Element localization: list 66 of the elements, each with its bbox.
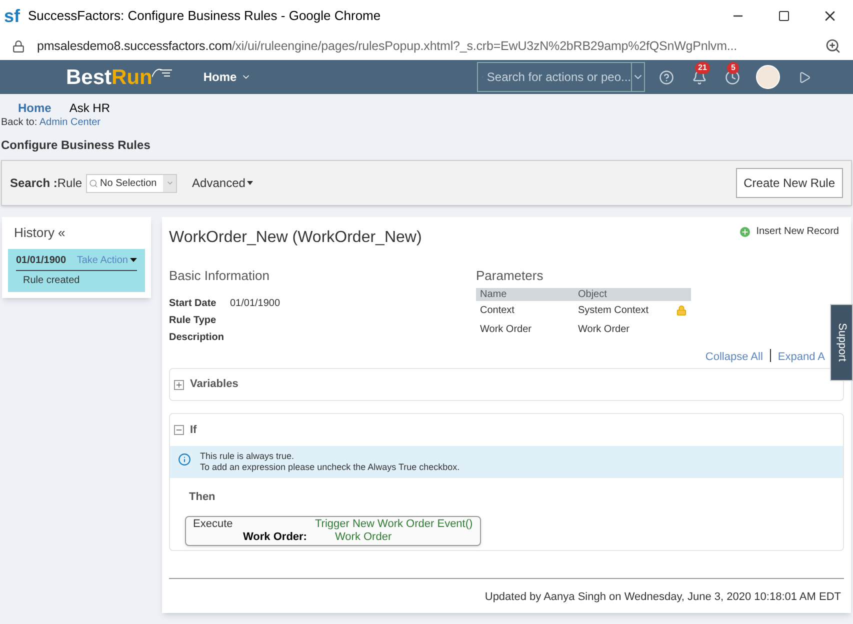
avatar[interactable] [756,65,780,89]
page-title: Configure Business Rules [0,137,152,154]
table-cell-text: Context [480,304,516,318]
history-date: 01/01/1900 [16,254,66,268]
caret-icon [247,181,254,185]
lock-icon [12,40,25,52]
table-cell-text: Work Order [578,322,630,336]
search-label: Search : [10,175,58,192]
nav-tab[interactable]: Ask HR [69,99,110,117]
then-label: Then [188,490,216,505]
insert-record-button[interactable]: Insert New Record [740,224,839,239]
history-entry[interactable]: 01/01/1900 Take Action Rule created [8,248,145,292]
info-text: To add an expression please uncheck the Always True checkbox. [200,462,460,473]
collapse-all-link[interactable]: Collapse All [705,348,763,365]
window-title: SuccessFactors: Configure Business Rules - Google Chrome [28,7,381,26]
collapse-icon[interactable] [174,425,184,435]
variables-label[interactable]: Variables [190,376,238,393]
cloud-lines-icon [152,67,172,79]
nav-tab[interactable]: Home [18,99,52,117]
param-value: Work Order [334,530,393,544]
help-icon[interactable] [659,70,674,84]
execute-label: Execute [193,518,234,530]
column-header: Name [480,288,508,302]
info-text: This rule is always true. [200,451,296,462]
todo-badge: 5 [727,62,740,74]
zoom-icon[interactable] [825,38,841,54]
history-title[interactable]: History « [8,223,145,242]
app-logo: sf [4,7,20,25]
search-field[interactable]: Search for actions or peo... [477,62,645,92]
field-label: Description [169,330,226,344]
admin-center-link[interactable]: Admin Center [39,117,101,128]
if-label[interactable]: If [190,422,197,438]
caret-icon [130,258,137,262]
dropdown-icon[interactable] [166,179,174,187]
support-tab[interactable]: Support [830,304,853,381]
logo[interactable]: BestRun [66,66,152,88]
home-menu[interactable]: Home [203,68,251,86]
field-label: Rule Type [169,314,218,328]
info-icon [178,453,191,466]
section-heading: Basic Information [169,267,270,285]
bell-icon[interactable] [692,70,707,84]
play-icon[interactable] [798,70,811,84]
advanced-menu[interactable]: Advanced [192,174,254,192]
field-value: 01/01/1900 [230,296,280,310]
action-call: Trigger New Work Order Event() [314,518,473,530]
table-cell-text: Work Order [480,322,532,336]
table-cell-text: System Context [578,304,650,318]
url-text: pmsalesdemo8.successfactors.com/xi/ui/ruleengine/pages/rulesPopup.xhtml?_s.crb=EwU3zN%2bRB29amp%2fQSnWgPnlvm... [37,38,738,55]
section-heading: Parameters [476,267,544,285]
expand-all-link[interactable]: Expand A [778,348,825,365]
column-header: Object [578,288,608,302]
create-rule-button[interactable]: Create New Rule [736,168,843,198]
rule-select[interactable]: No Selection [86,174,178,192]
todo-icon[interactable] [725,70,740,84]
maximize-icon [778,10,790,22]
expand-icon[interactable] [174,380,184,390]
updated-note: Updated by Aanya Singh on Wednesday, June 3, 2020 10:18:01 AM EDT [484,590,841,604]
history-note: Rule created [22,274,81,288]
field-label: Start Date [169,296,218,310]
notification-badge: 21 [695,62,710,74]
add-icon [740,226,750,236]
rule-title: WorkOrder_New (WorkOrder_New) [169,228,422,248]
param-label: Work Order: [242,530,307,544]
back-label: Back to: [1,117,38,128]
rule-label: Rule [57,175,82,192]
address-bar[interactable]: pmsalesdemo8.successfactors.com/xi/ui/ruleengine/pages/rulesPopup.xhtml?_s.crb=EwU3zN%2bRB29amp%2fQSnWgPnlvm... [0,32,853,60]
